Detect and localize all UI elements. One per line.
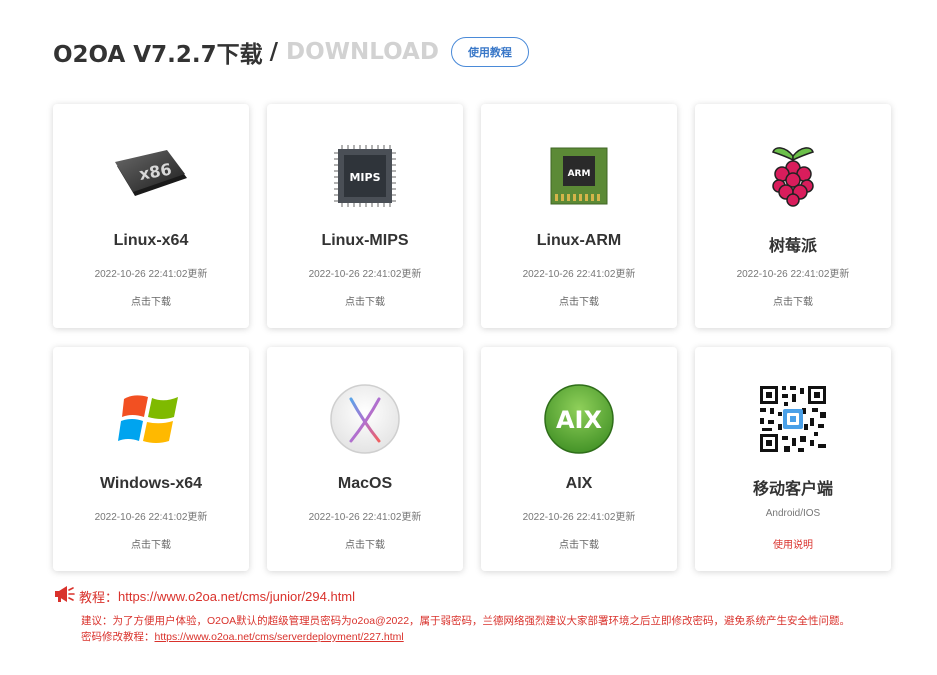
password-advice: 建议：为了方便用户体验，O2OA默认的超级管理员密码为o2oa@2022，属于弱… [81,615,851,627]
download-link[interactable]: 点击下载 [267,293,463,308]
x86-chip-icon: x86 [53,138,249,214]
card-name: Linux-x64 [113,232,189,249]
page-title: O2OA V7.2.7下载 [53,42,263,68]
page-subtitle: DOWNLOAD [286,39,439,65]
mips-chip-icon: MIPS [267,138,463,214]
download-card-linux-x64[interactable]: x86 Linux-x64 2022-10-26 22:41:02更新 点击下载 [53,104,249,328]
tutorial-button[interactable]: 使用教程 [450,37,529,67]
download-link[interactable]: 点击下载 [53,536,249,551]
download-link[interactable]: 点击下载 [481,293,677,308]
notice-section: 教程： https://www.o2oa.net/cms/junior/294.… [53,585,903,645]
card-name: 移动客户端 [752,481,833,498]
tutorial-link[interactable]: https://www.o2oa.net/cms/junior/294.html [118,589,355,604]
download-card-aix[interactable]: AIX AIX 2022-10-26 22:41:02更新 点击下载 [481,347,677,571]
download-link[interactable]: 点击下载 [481,536,677,551]
aix-logo-label: AIX [556,406,603,434]
card-name: Linux-ARM [536,232,622,249]
card-name: AIX [565,475,593,492]
download-link[interactable]: 点击下载 [267,536,463,551]
card-updated: 2022-10-26 22:41:02更新 [522,269,636,280]
card-platforms: Android/IOS [765,508,821,519]
card-name: Linux-MIPS [321,232,409,249]
qr-code-icon [695,381,891,457]
windows-logo-icon [53,381,249,457]
usage-guide-link[interactable]: 使用说明 [695,536,891,551]
card-name: 树莓派 [768,238,817,255]
download-card-linux-mips[interactable]: MIPS Linux-MIPS 2022-10-26 22:41:02更新 点击… [267,104,463,328]
download-card-mobile-client[interactable]: 移动客户端 Android/IOS 使用说明 [695,347,891,571]
macos-x-icon [267,381,463,457]
card-name: MacOS [337,475,393,492]
download-card-windows-x64[interactable]: Windows-x64 2022-10-26 22:41:02更新 点击下载 [53,347,249,571]
download-link[interactable]: 点击下载 [695,293,891,308]
page-header: O2OA V7.2.7下载 / DOWNLOAD 使用教程 [53,34,529,70]
aix-logo-icon: AIX [481,381,677,457]
title-separator: / [269,39,278,65]
password-tutorial-label: 密码修改教程： [81,631,155,643]
arm-chip-icon: ARM [481,138,677,214]
card-updated: 2022-10-26 22:41:02更新 [94,269,208,280]
arm-chip-label: ARM [568,169,591,179]
card-updated: 2022-10-26 22:41:02更新 [522,512,636,523]
megaphone-icon [53,585,75,608]
download-link[interactable]: 点击下载 [53,293,249,308]
download-card-linux-arm[interactable]: ARM Linux-ARM 2022-10-26 22:41:02更新 点击下载 [481,104,677,328]
card-updated: 2022-10-26 22:41:02更新 [308,269,422,280]
raspberry-pi-icon [695,138,891,214]
card-updated: 2022-10-26 22:41:02更新 [736,269,850,280]
card-updated: 2022-10-26 22:41:02更新 [308,512,422,523]
card-name: Windows-x64 [99,475,203,492]
tutorial-label: 教程： [79,589,119,605]
mips-chip-label: MIPS [349,171,380,184]
card-updated: 2022-10-26 22:41:02更新 [94,512,208,523]
download-card-raspberry-pi[interactable]: 树莓派 2022-10-26 22:41:02更新 点击下载 [695,104,891,328]
download-card-macos[interactable]: MacOS 2022-10-26 22:41:02更新 点击下载 [267,347,463,571]
password-tutorial-link[interactable]: https://www.o2oa.net/cms/serverdeploymen… [155,631,404,643]
